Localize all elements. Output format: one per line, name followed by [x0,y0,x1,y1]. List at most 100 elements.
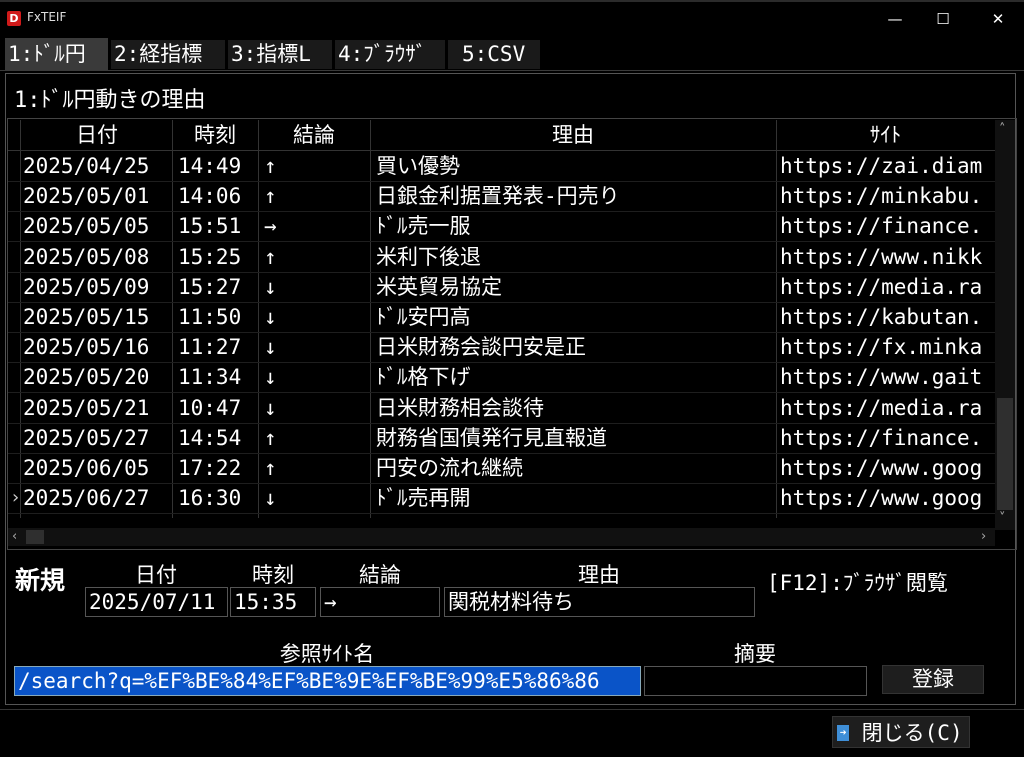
tab-indicator-list[interactable]: 3:指標L [228,40,332,69]
scroll-right-icon[interactable]: › [981,529,986,544]
site-cell: https://kabutan. [780,305,983,329]
time-cell: 11:27 [178,335,242,360]
time-cell: 11:50 [178,305,242,329]
direction-cell: ↑ [264,184,277,209]
time-cell: 15:27 [178,274,242,299]
reference-site-text: ‎/search?q=%EF%BE%84%EF%BE%9E%EF%BE%99%E… [18,669,600,693]
table-row[interactable]: 2025/05/16 11:27 ↓ 日米財務会談円安是正 https://fx.min… [8,332,995,364]
scroll-left-icon[interactable]: ‹ [12,529,17,544]
direction-cell: ↓ [264,486,277,511]
column-header-date[interactable]: 日付 [22,120,172,150]
tab-economic-indicators[interactable]: 2:経指標 [111,40,225,69]
direction-label: 結論 [359,563,401,587]
site-cell: https://media.ra [780,395,983,420]
scroll-up-icon[interactable]: ˄ [999,122,1006,137]
reference-site-input[interactable]: ‎/search?q=%EF%BE%84%EF%BE%9E%EF%BE%99%E… [14,666,641,696]
time-cell: 14:49 [178,154,242,178]
direction-cell: ↓ [264,335,277,360]
summary-label: 摘要 [734,642,776,666]
table-row[interactable]: 2025/05/27 14:54 ↑ 財務省国債発行見直報道 https://finan… [8,423,995,454]
title-bar [0,0,1024,38]
direction-cell: ↑ [264,456,277,480]
summary-input[interactable] [644,666,867,696]
app-logo-icon: D [7,11,21,26]
maximize-button[interactable]: ☐ [920,4,966,34]
column-header-site[interactable]: ｻｲﾄ [776,120,995,150]
tab-csv[interactable]: 5:CSV [448,40,540,69]
reason-input[interactable]: 関税材料待ち [444,587,755,617]
table-row[interactable]: 2025/06/27 16:30 ↓ ﾄﾞﾙ売再開 https://www.goog [8,483,995,515]
table-row[interactable]: 2025/05/08 15:25 ↑ 米利下後退 https://www.nikk [8,242,995,273]
date-cell: 2025/05/21 [23,395,150,420]
site-cell: https://www.nikk [780,244,983,269]
time-cell: 16:30 [178,486,242,511]
site-cell: https://www.goog [780,486,983,511]
table-row[interactable]: 2025/05/15 11:50 ↓ ﾄﾞﾙ安円高 https://kabutan. [8,302,995,333]
horizontal-scroll-thumb[interactable] [26,530,44,544]
reason-cell: ﾄﾞﾙ売再開 [376,486,471,511]
date-label: 日付 [135,563,177,587]
date-input[interactable]: 2025/07/11 [85,587,228,617]
direction-cell: ↓ [264,274,277,299]
site-cell: https://finance. [780,425,983,450]
date-cell: 2025/06/05 [23,456,150,480]
vertical-scroll-thumb[interactable] [997,398,1013,510]
date-cell: 2025/05/16 [23,335,150,360]
table-row[interactable]: 2025/06/05 17:22 ↑ 円安の流れ継続 https://www.goog [8,453,995,484]
reason-cell: 米英貿易協定 [376,274,502,299]
date-cell: 2025/05/01 [23,184,150,209]
close-button[interactable]: ➜ 閉じる(C) [832,716,970,748]
table-row[interactable]: 2025/05/01 14:06 ↑ 日銀金利据置発表-円売り https://mink… [8,181,995,213]
date-cell: 2025/05/05 [23,214,150,239]
site-cell: https://www.gait [780,365,983,390]
direction-cell: ↑ [264,425,277,450]
table-row[interactable]: 2025/05/20 11:34 ↓ ﾄﾞﾙ格下げ https://www.gait [8,362,995,394]
window-title: FxTEIF [27,10,67,24]
minimize-button[interactable]: — [872,4,918,34]
reason-cell: 日米財務相会談待 [376,395,544,420]
site-cell: https://minkabu. [780,184,983,209]
tab-usdjpy[interactable]: 1:ﾄﾞﾙ円 [5,38,108,71]
time-cell: 10:47 [178,395,242,420]
column-header-direction[interactable]: 結論 [258,120,370,150]
time-input[interactable]: 15:35 [230,587,316,617]
table-row[interactable]: 2025/05/05 15:51 → ﾄﾞﾙ売一服 https://finance. [8,211,995,243]
scroll-down-icon[interactable]: ˅ [999,511,1006,526]
time-cell: 15:25 [178,244,242,269]
time-cell: 15:51 [178,214,242,239]
table-row[interactable]: 2025/05/21 10:47 ↓ 日米財務相会談待 https://media.ra [8,393,995,424]
new-entry-label: 新規 [15,566,66,595]
column-header-time[interactable]: 時刻 [172,120,258,150]
direction-cell: ↓ [264,305,277,329]
time-cell: 14:54 [178,425,242,450]
site-cell: https://www.goog [780,456,983,480]
time-cell: 14:06 [178,184,242,209]
reason-cell: 財務省国債発行見直報道 [376,425,607,450]
horizontal-scrollbar[interactable] [8,528,995,546]
date-cell: 2025/05/08 [23,244,150,269]
site-label: 参照ｻｲﾄ名 [279,642,375,666]
date-cell: 2025/05/20 [23,365,150,390]
register-button[interactable]: 登録 [882,665,984,694]
tab-browser[interactable]: 4:ﾌﾞﾗｳｻﾞ [335,40,445,69]
site-cell: https://zai.diam [780,154,983,178]
date-cell: 2025/05/15 [23,305,150,329]
time-cell: 11:34 [178,365,242,390]
direction-cell: → [264,214,277,239]
reason-cell: ﾄﾞﾙ売一服 [376,214,471,239]
reason-cell: ﾄﾞﾙ安円高 [376,305,471,329]
column-header-reason[interactable]: 理由 [370,120,776,150]
site-cell: https://fx.minka [780,335,983,360]
date-cell: 2025/05/27 [23,425,150,450]
reason-cell: 日銀金利据置発表-円売り [376,184,620,209]
reason-label: 理由 [578,563,620,587]
table-row[interactable]: 2025/04/25 14:49 ↑ 買い優勢 https://zai.diam [8,151,995,182]
reason-cell: 買い優勢 [376,154,460,178]
table-row[interactable]: 2025/05/09 15:27 ↓ 米英貿易協定 https://media.ra [8,272,995,303]
current-row-marker: › [10,487,21,508]
close-window-button[interactable]: ✕ [975,4,1021,34]
direction-input[interactable]: → [320,587,440,617]
browser-hint: [F12]:ﾌﾞﾗｳｻﾞ閲覧 [767,571,948,595]
site-cell: https://media.ra [780,274,983,299]
site-cell: https://finance. [780,214,983,239]
